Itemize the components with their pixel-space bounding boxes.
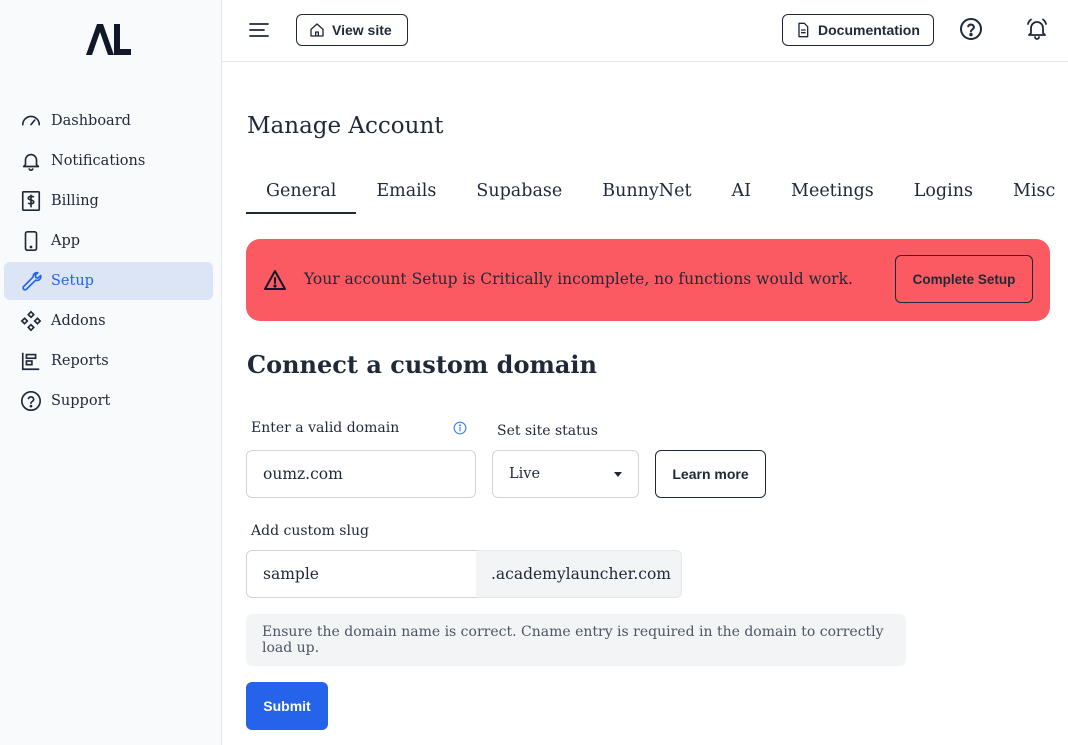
tab-meetings[interactable]: Meetings: [771, 168, 894, 214]
info-icon[interactable]: [453, 421, 467, 435]
documentation-label: Documentation: [818, 22, 920, 38]
site-status-label: Set site status: [497, 423, 598, 439]
alert-message: Your account Setup is Critically incompl…: [304, 270, 853, 288]
complete-setup-button[interactable]: Complete Setup: [895, 255, 1033, 303]
sidebar-item-label: App: [51, 233, 81, 249]
tab-misc[interactable]: Misc: [993, 168, 1068, 214]
help-icon[interactable]: [959, 17, 983, 41]
phone-icon: [20, 230, 42, 252]
sidebar-nav: Dashboard Notifications Billing App Setu…: [4, 102, 213, 422]
view-site-button[interactable]: View site: [296, 14, 408, 46]
site-status-value: Live: [509, 466, 541, 482]
domain-label: Enter a valid domain: [251, 420, 400, 436]
page-title: Manage Account: [247, 113, 444, 139]
sidebar: Dashboard Notifications Billing App Setu…: [0, 0, 222, 745]
sidebar-item-support[interactable]: Support: [4, 382, 213, 420]
tab-bunnynet[interactable]: BunnyNet: [582, 168, 711, 214]
setup-incomplete-alert: Your account Setup is Critically incompl…: [246, 239, 1050, 321]
document-icon: [798, 22, 809, 38]
wrench-icon: [20, 270, 42, 292]
report-chart-icon: [20, 350, 42, 372]
sidebar-item-notifications[interactable]: Notifications: [4, 142, 213, 180]
view-site-label: View site: [332, 22, 392, 38]
menu-icon[interactable]: [248, 19, 270, 41]
bell-icon: [20, 150, 42, 172]
slug-input[interactable]: sample: [246, 550, 477, 598]
caret-down-icon: [614, 472, 622, 477]
slug-label: Add custom slug: [251, 523, 369, 539]
account-tabs: General Emails Supabase BunnyNet AI Meet…: [246, 168, 1068, 216]
sidebar-item-reports[interactable]: Reports: [4, 342, 213, 380]
notification-bell-icon[interactable]: [1025, 17, 1049, 41]
addons-grid-icon: [20, 310, 42, 332]
home-icon: [310, 23, 324, 37]
tab-general[interactable]: General: [246, 168, 357, 214]
tab-ai[interactable]: AI: [711, 168, 771, 214]
tab-emails[interactable]: Emails: [356, 168, 456, 214]
sidebar-item-addons[interactable]: Addons: [4, 302, 213, 340]
slug-domain-suffix: .academylauncher.com: [476, 550, 682, 598]
learn-more-button[interactable]: Learn more: [655, 450, 766, 498]
submit-button[interactable]: Submit: [246, 682, 328, 730]
sidebar-item-label: Dashboard: [51, 113, 131, 129]
warning-icon: [264, 270, 286, 290]
documentation-button[interactable]: Documentation: [782, 14, 934, 46]
tab-supabase[interactable]: Supabase: [456, 168, 582, 214]
sidebar-item-label: Support: [51, 393, 111, 409]
gauge-icon: [20, 110, 42, 132]
sidebar-item-label: Billing: [51, 193, 99, 209]
sidebar-item-label: Setup: [51, 273, 94, 289]
dollar-receipt-icon: [20, 190, 42, 212]
domain-help-note: Ensure the domain name is correct. Cname…: [246, 614, 906, 666]
sidebar-item-app[interactable]: App: [4, 222, 213, 260]
domain-input[interactable]: oumz.com: [246, 450, 476, 498]
sidebar-item-label: Reports: [51, 353, 109, 369]
top-header: View site Documentation: [222, 0, 1068, 62]
sidebar-item-label: Addons: [51, 313, 106, 329]
sidebar-item-dashboard[interactable]: Dashboard: [4, 102, 213, 140]
site-status-select[interactable]: Live: [492, 450, 639, 498]
brand-logo[interactable]: [84, 22, 132, 56]
question-circle-icon: [20, 390, 42, 412]
sidebar-item-billing[interactable]: Billing: [4, 182, 213, 220]
sidebar-item-label: Notifications: [51, 153, 146, 169]
tab-logins[interactable]: Logins: [894, 168, 993, 214]
sidebar-item-setup[interactable]: Setup: [4, 262, 213, 300]
section-title: Connect a custom domain: [247, 350, 597, 379]
